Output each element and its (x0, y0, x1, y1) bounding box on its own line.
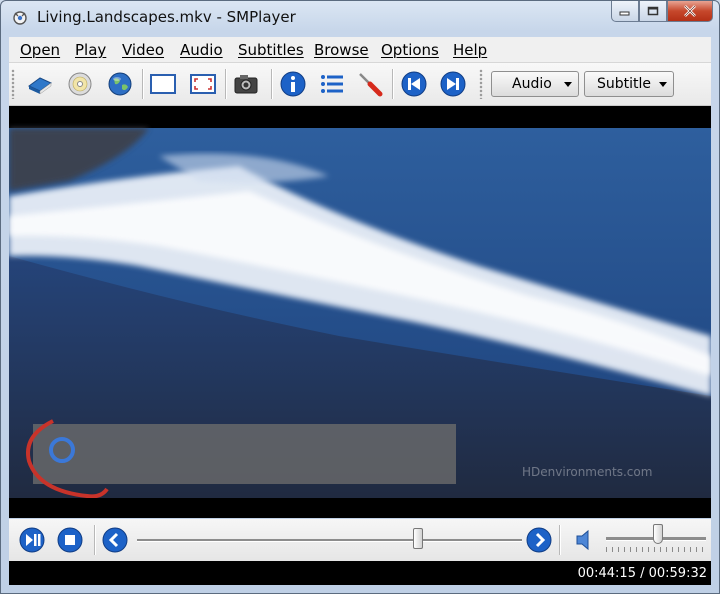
menu-help[interactable]: Help (453, 41, 487, 59)
chevron-left-icon (102, 527, 128, 553)
toolbar-separator (142, 69, 144, 99)
audio-track-dropdown[interactable]: Audio (491, 71, 579, 97)
playlist-icon (321, 75, 343, 93)
open-url-button[interactable] (105, 69, 135, 99)
maximize-icon (647, 6, 659, 16)
toolbar-grip[interactable] (11, 69, 15, 99)
toolbar-separator (225, 69, 227, 99)
info-icon (280, 71, 306, 97)
menu-play[interactable]: Play (75, 41, 106, 59)
seek-handle[interactable] (413, 528, 424, 549)
next-icon (440, 71, 466, 97)
window-icon (150, 74, 176, 94)
menu-options[interactable]: Options (381, 41, 439, 59)
playlist-button[interactable] (317, 69, 347, 99)
play-pause-button[interactable] (17, 525, 47, 555)
status-bar: 00:44:15 / 00:59:32 (9, 561, 711, 585)
time-display: 00:44:15 / 00:59:32 (577, 566, 707, 581)
menu-video[interactable]: Video (122, 41, 164, 59)
menu-browse[interactable]: Browse (314, 41, 369, 59)
book-icon (28, 77, 52, 95)
play-pause-icon (19, 527, 45, 553)
previous-icon (401, 71, 427, 97)
compact-view-button[interactable] (148, 69, 178, 99)
volume-handle[interactable] (653, 524, 663, 544)
maximize-button[interactable] (639, 1, 667, 22)
menu-open[interactable]: Open (20, 41, 60, 59)
screenshot-button[interactable] (231, 69, 261, 99)
minimize-button[interactable] (611, 1, 639, 22)
chevron-right-icon (526, 527, 552, 553)
fullscreen-button[interactable] (188, 69, 218, 99)
audio-dropdown-label: Audio (512, 76, 552, 92)
globe-icon (108, 72, 132, 96)
forward-button[interactable] (524, 525, 554, 555)
subtitle-dropdown-label: Subtitle (597, 76, 652, 92)
toolbar-separator (271, 69, 273, 99)
toolbar-grip[interactable] (479, 69, 483, 99)
camera-icon (234, 75, 258, 94)
menu-bar: Open Play Video Audio Subtitles Browse O… (9, 37, 711, 63)
open-file-button[interactable] (25, 69, 55, 99)
seek-bar[interactable] (137, 539, 522, 542)
controls-separator (559, 525, 561, 555)
watermark-text: HDenvironments.com (522, 465, 652, 479)
info-button[interactable] (278, 69, 308, 99)
dvd-disc-icon (68, 72, 92, 96)
title-bar[interactable]: Living.Landscapes.mkv - SMPlayer (1, 1, 719, 33)
video-area[interactable]: HDenvironments.com (9, 106, 711, 518)
screwdriver-icon (359, 73, 383, 97)
preferences-button[interactable] (355, 69, 385, 99)
close-icon (684, 5, 696, 17)
rewind-button[interactable] (100, 525, 130, 555)
video-frame: HDenvironments.com (9, 106, 711, 518)
minimize-icon (619, 11, 630, 16)
menu-subtitles[interactable]: Subtitles (238, 41, 304, 59)
mute-button[interactable] (570, 525, 600, 555)
volume-ticks (606, 547, 706, 552)
close-button[interactable] (667, 1, 713, 22)
subtitle-track-dropdown[interactable]: Subtitle (584, 71, 674, 97)
chevron-down-icon (659, 82, 667, 87)
previous-button[interactable] (399, 69, 429, 99)
fullscreen-icon (190, 74, 216, 94)
speaker-icon (576, 529, 589, 551)
menu-audio[interactable]: Audio (180, 41, 223, 59)
smplayer-window: Living.Landscapes.mkv - SMPlayer Open Pl… (0, 0, 720, 594)
stop-button[interactable] (55, 525, 85, 555)
stop-icon (57, 527, 83, 553)
controls-separator (94, 525, 96, 555)
window-title: Living.Landscapes.mkv - SMPlayer (37, 8, 296, 26)
toolbar-separator (392, 69, 394, 99)
chevron-down-icon (564, 82, 572, 87)
open-disc-button[interactable] (65, 69, 95, 99)
playback-controls (9, 519, 711, 561)
next-button[interactable] (438, 69, 468, 99)
main-toolbar: Audio Subtitle (9, 63, 711, 106)
smplayer-app-icon (13, 11, 27, 25)
